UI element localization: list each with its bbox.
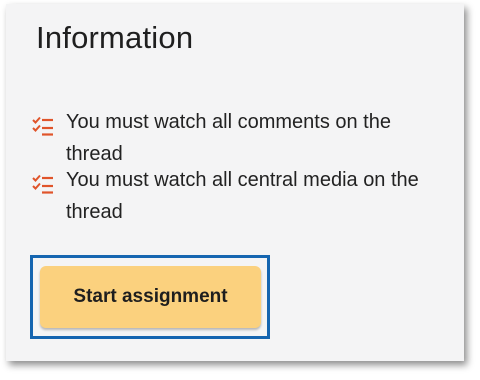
requirement-text: You must watch all central media on the … — [66, 169, 419, 223]
checklist-icon — [32, 174, 54, 194]
requirement-text: You must watch all comments on the threa… — [66, 111, 391, 165]
panel-title: Information — [36, 20, 194, 55]
requirement-item: You must watch all central media on the … — [32, 169, 452, 228]
requirements-list: You must watch all comments on the threa… — [32, 111, 452, 228]
requirement-item: You must watch all comments on the threa… — [32, 111, 452, 170]
start-assignment-button[interactable]: Start assignment — [40, 266, 261, 328]
information-panel: Information You must watch all comments … — [6, 4, 464, 361]
checklist-icon — [32, 116, 54, 136]
